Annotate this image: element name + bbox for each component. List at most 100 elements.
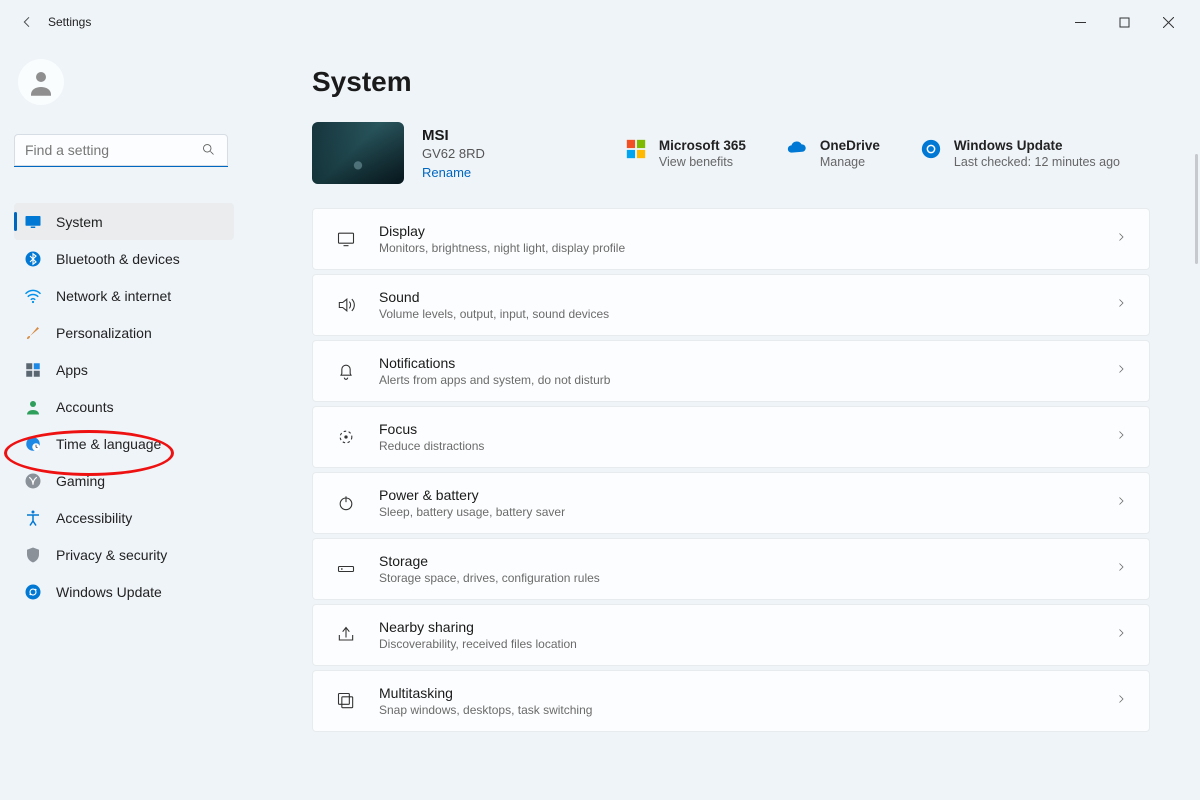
person-icon [24, 398, 42, 416]
onedrive-icon [786, 138, 808, 160]
sidebar-item-label: Apps [56, 362, 88, 378]
sidebar-item-accounts[interactable]: Accounts [14, 388, 234, 425]
sidebar-item-apps[interactable]: Apps [14, 351, 234, 388]
card-title: Notifications [379, 355, 610, 371]
search-input[interactable] [14, 134, 228, 166]
card-sub: Sleep, battery usage, battery saver [379, 505, 565, 519]
sidebar-item-label: Bluetooth & devices [56, 251, 180, 267]
card-focus[interactable]: Focus Reduce distractions [312, 406, 1150, 468]
microsoft365-icon [625, 138, 647, 160]
sidebar-item-privacy[interactable]: Privacy & security [14, 536, 234, 573]
sidebar-item-label: Windows Update [56, 584, 162, 600]
sidebar-item-gaming[interactable]: Gaming [14, 462, 234, 499]
card-title: Nearby sharing [379, 619, 577, 635]
chevron-right-icon [1115, 230, 1127, 248]
nav-list: System Bluetooth & devices Network & int… [14, 203, 234, 610]
chevron-right-icon [1115, 626, 1127, 644]
windows-update-icon [920, 138, 942, 160]
maximize-button[interactable] [1102, 6, 1146, 38]
card-title: Multitasking [379, 685, 592, 701]
card-sub: Snap windows, desktops, task switching [379, 703, 592, 717]
window-controls [1058, 6, 1190, 38]
sidebar-item-personalization[interactable]: Personalization [14, 314, 234, 351]
card-title: Power & battery [379, 487, 565, 503]
update-icon [24, 583, 42, 601]
status-windows-update[interactable]: Windows Update Last checked: 12 minutes a… [920, 138, 1120, 169]
sidebar-item-label: System [56, 214, 103, 230]
chevron-right-icon [1115, 428, 1127, 446]
status-microsoft365[interactable]: Microsoft 365 View benefits [625, 138, 746, 169]
sidebar-item-accessibility[interactable]: Accessibility [14, 499, 234, 536]
share-icon [335, 624, 357, 646]
storage-icon [335, 558, 357, 580]
multitasking-icon [335, 690, 357, 712]
status-title: Windows Update [954, 138, 1120, 153]
sidebar-item-network[interactable]: Network & internet [14, 277, 234, 314]
xbox-icon [24, 472, 42, 490]
card-nearby[interactable]: Nearby sharing Discoverability, received … [312, 604, 1150, 666]
card-power[interactable]: Power & battery Sleep, battery usage, bat… [312, 472, 1150, 534]
card-sub: Reduce distractions [379, 439, 484, 453]
sidebar-item-bluetooth[interactable]: Bluetooth & devices [14, 240, 234, 277]
card-title: Focus [379, 421, 484, 437]
chevron-right-icon [1115, 494, 1127, 512]
sidebar-item-label: Time & language [56, 436, 161, 452]
card-title: Storage [379, 553, 600, 569]
status-title: Microsoft 365 [659, 138, 746, 153]
sidebar-item-update[interactable]: Windows Update [14, 573, 234, 610]
card-notifications[interactable]: Notifications Alerts from apps and system… [312, 340, 1150, 402]
monitor-icon [24, 213, 42, 231]
card-sub: Discoverability, received files location [379, 637, 577, 651]
sidebar-item-system[interactable]: System [14, 203, 234, 240]
sidebar-item-label: Network & internet [56, 288, 171, 304]
status-onedrive[interactable]: OneDrive Manage [786, 138, 880, 169]
card-display[interactable]: DisplayMonitors, brightness, night light… [312, 208, 1150, 270]
globe-clock-icon [24, 435, 42, 453]
sidebar-item-label: Accessibility [56, 510, 132, 526]
minimize-button[interactable] [1058, 6, 1102, 38]
back-button[interactable] [10, 5, 44, 39]
card-title: Sound [379, 289, 609, 305]
sidebar-item-label: Accounts [56, 399, 114, 415]
card-sub: Alerts from apps and system, do not dist… [379, 373, 610, 387]
accessibility-icon [24, 509, 42, 527]
shield-icon [24, 546, 42, 564]
status-sub: View benefits [659, 155, 746, 169]
focus-icon [335, 426, 357, 448]
scrollbar[interactable] [1195, 154, 1198, 264]
title-bar: Settings [0, 0, 1200, 44]
wifi-icon [24, 287, 42, 305]
card-storage[interactable]: Storage Storage space, drives, configurat… [312, 538, 1150, 600]
display-icon [335, 228, 357, 250]
sidebar-item-label: Personalization [56, 325, 152, 341]
main-content: System MSI GV62 8RD Rename Microsoft 365… [300, 44, 1200, 800]
chevron-right-icon [1115, 560, 1127, 578]
sidebar-item-label: Gaming [56, 473, 105, 489]
card-sub: Volume levels, output, input, sound devi… [379, 307, 609, 321]
search-icon [201, 142, 216, 162]
card-sub: Monitors, brightness, night light, displ… [379, 241, 625, 255]
sidebar: System Bluetooth & devices Network & int… [0, 44, 300, 800]
rename-link[interactable]: Rename [422, 165, 485, 180]
power-icon [335, 492, 357, 514]
chevron-right-icon [1115, 296, 1127, 314]
close-button[interactable] [1146, 6, 1190, 38]
card-multitasking[interactable]: Multitasking Snap windows, desktops, task… [312, 670, 1150, 732]
sidebar-item-label: Privacy & security [56, 547, 167, 563]
status-sub: Last checked: 12 minutes ago [954, 155, 1120, 169]
device-summary: MSI GV62 8RD Rename Microsoft 365View be… [312, 122, 1150, 184]
device-model: GV62 8RD [422, 146, 485, 161]
brush-icon [24, 324, 42, 342]
card-sound[interactable]: Sound Volume levels, output, input, sound… [312, 274, 1150, 336]
sidebar-item-time[interactable]: Time & language [14, 425, 234, 462]
chevron-right-icon [1115, 692, 1127, 710]
status-title: OneDrive [820, 138, 880, 153]
status-sub: Manage [820, 155, 880, 169]
card-sub: Storage space, drives, configuration rul… [379, 571, 600, 585]
apps-icon [24, 361, 42, 379]
app-title: Settings [48, 15, 91, 29]
sound-icon [335, 294, 357, 316]
wallpaper-thumbnail[interactable] [312, 122, 404, 184]
chevron-right-icon [1115, 362, 1127, 380]
user-avatar[interactable] [18, 59, 64, 105]
